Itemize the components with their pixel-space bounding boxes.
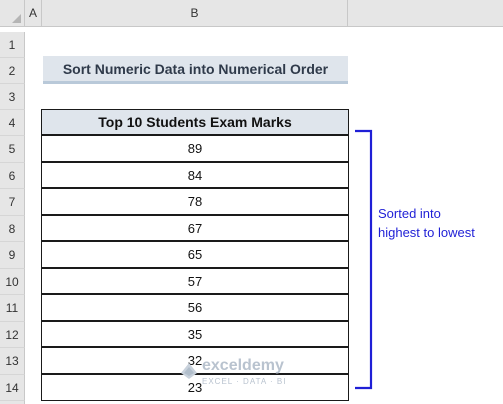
row-header-8[interactable]: 8 (0, 216, 25, 242)
table-cell[interactable]: 56 (41, 294, 349, 321)
row-header-12[interactable]: 12 (0, 322, 25, 348)
watermark-name: exceldemy (202, 357, 284, 374)
row-header-2[interactable]: 2 (0, 58, 25, 84)
row-header-5[interactable]: 5 (0, 136, 25, 163)
table-cell[interactable]: 84 (41, 162, 349, 188)
row-header-6[interactable]: 6 (0, 163, 25, 189)
row-header-11[interactable]: 11 (0, 295, 25, 322)
row-header-3[interactable]: 3 (0, 84, 25, 110)
row-header-10[interactable]: 10 (0, 269, 25, 295)
column-header-a[interactable]: A (25, 0, 42, 27)
sheet-title[interactable]: Sort Numeric Data into Numerical Order (43, 56, 348, 84)
table-cell[interactable]: 65 (41, 241, 349, 268)
row-header-14[interactable]: 14 (0, 375, 25, 401)
exceldemy-logo-icon (181, 363, 197, 379)
table-cell[interactable]: 78 (41, 188, 349, 215)
column-header-c[interactable] (348, 0, 503, 27)
sorted-note[interactable]: Sorted into highest to lowest (378, 204, 478, 242)
row-header-1[interactable]: 1 (0, 32, 25, 58)
row-header-13[interactable]: 13 (0, 348, 25, 375)
table-cell[interactable]: 57 (41, 268, 349, 294)
exceldemy-watermark: exceldemy EXCEL · DATA · BI (178, 355, 338, 391)
select-all-corner[interactable] (0, 0, 25, 27)
table-cell[interactable]: 89 (41, 135, 349, 162)
row-header-4[interactable]: 4 (0, 110, 25, 136)
table-cell[interactable]: 35 (41, 321, 349, 347)
row-header-9[interactable]: 9 (0, 242, 25, 269)
table-cell[interactable]: 67 (41, 215, 349, 241)
select-all-triangle-icon (12, 14, 21, 23)
table-header[interactable]: Top 10 Students Exam Marks (41, 109, 349, 135)
bracket-shape[interactable] (350, 128, 380, 392)
column-header-b[interactable]: B (42, 0, 348, 27)
watermark-tagline: EXCEL · DATA · BI (202, 377, 287, 386)
row-header-7[interactable]: 7 (0, 189, 25, 216)
